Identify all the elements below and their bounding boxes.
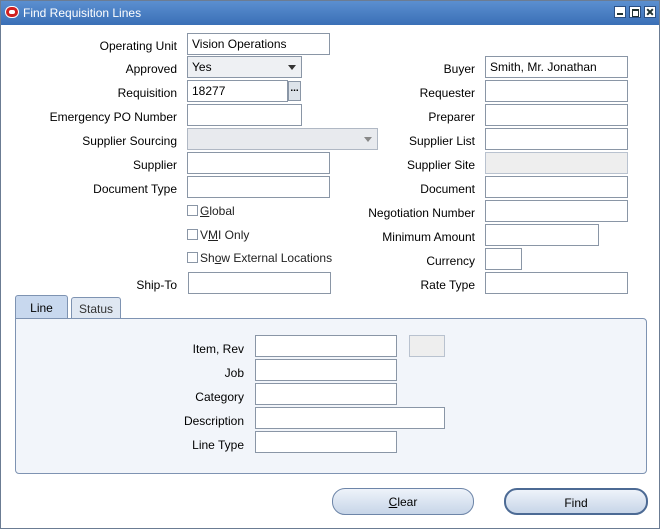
supplier-label: Supplier: [132, 158, 177, 172]
line-type-label: Line Type: [192, 438, 244, 452]
requester-label: Requester: [419, 86, 475, 100]
item-field[interactable]: [255, 335, 397, 357]
find-requisition-lines-window: Find Requisition Lines Operating Unit Vi…: [0, 0, 660, 529]
item-rev-label: Item, Rev: [192, 342, 244, 356]
vmi-label-post: I Only: [218, 228, 250, 242]
global-label-post: lobal: [209, 204, 235, 218]
document-field[interactable]: [485, 176, 628, 198]
vmi-only-checkbox[interactable]: VMI Only: [187, 228, 249, 242]
category-label: Category: [195, 390, 244, 404]
checkbox-icon: [187, 205, 198, 216]
checkbox-icon: [187, 252, 198, 263]
rate-type-field[interactable]: [485, 272, 628, 294]
negotiation-number-label: Negotiation Number: [368, 206, 475, 220]
supplier-field[interactable]: [187, 152, 330, 174]
minimize-icon[interactable]: [614, 6, 626, 18]
category-field[interactable]: [255, 383, 397, 405]
supplier-site-field: [485, 152, 628, 174]
description-field[interactable]: [255, 407, 445, 429]
job-label: Job: [224, 366, 244, 380]
job-field[interactable]: [255, 359, 397, 381]
tab-status[interactable]: Status: [71, 297, 121, 319]
minimum-amount-label: Minimum Amount: [382, 230, 475, 244]
approved-label: Approved: [125, 62, 177, 76]
oracle-logo-icon: [5, 6, 19, 18]
show-external-locations-checkbox[interactable]: Show External Locations: [187, 251, 332, 265]
negotiation-number-field[interactable]: [485, 200, 628, 222]
tab-line[interactable]: Line: [15, 295, 68, 319]
show-external-label-post: w External Locations: [221, 251, 333, 265]
supplier-list-field[interactable]: [485, 128, 628, 150]
show-external-label-pre: Sh: [200, 251, 215, 265]
close-icon[interactable]: [644, 6, 656, 18]
minimum-amount-field[interactable]: [485, 224, 599, 246]
operating-unit-label: Operating Unit: [99, 39, 177, 53]
rate-type-label: Rate Type: [420, 278, 475, 292]
emergency-po-field[interactable]: [187, 104, 302, 126]
requisition-label: Requisition: [117, 86, 177, 100]
emergency-po-label: Emergency PO Number: [49, 110, 177, 124]
chevron-down-icon: [288, 65, 296, 70]
currency-field[interactable]: [485, 248, 522, 270]
line-type-field[interactable]: [255, 431, 397, 453]
buyer-label: Buyer: [443, 62, 475, 76]
window-title: Find Requisition Lines: [23, 6, 142, 20]
supplier-site-label: Supplier Site: [406, 158, 475, 172]
requisition-lov-button[interactable]: ...: [288, 81, 301, 101]
title-bar: Find Requisition Lines: [1, 1, 659, 25]
document-type-label: Document Type: [93, 182, 177, 196]
preparer-field[interactable]: [485, 104, 628, 126]
document-label: Document: [420, 182, 475, 196]
vmi-label-key: M: [208, 228, 219, 242]
approved-select[interactable]: Yes: [187, 56, 302, 78]
vmi-label-pre: V: [200, 228, 209, 242]
approved-value: Yes: [192, 60, 212, 74]
description-label: Description: [183, 414, 244, 428]
find-button[interactable]: Find: [504, 488, 648, 515]
supplier-sourcing-label: Supplier Sourcing: [82, 134, 177, 148]
supplier-list-label: Supplier List: [408, 134, 475, 148]
rev-field: [409, 335, 445, 357]
document-type-field[interactable]: [187, 176, 330, 198]
ship-to-label: Ship-To: [136, 278, 177, 292]
requester-field[interactable]: [485, 80, 628, 102]
checkbox-icon: [187, 229, 198, 240]
global-checkbox[interactable]: Global: [187, 204, 235, 218]
buyer-field[interactable]: Smith, Mr. Jonathan: [485, 56, 628, 78]
operating-unit-field[interactable]: Vision Operations: [187, 33, 330, 55]
line-tab-panel: Item, Rev Job Category Description Line …: [15, 318, 647, 474]
clear-button[interactable]: Clear: [332, 488, 474, 515]
preparer-label: Preparer: [428, 110, 475, 124]
clear-button-rest: lear: [397, 495, 418, 509]
maximize-icon[interactable]: [629, 6, 641, 18]
ship-to-field[interactable]: [188, 272, 331, 294]
requisition-field[interactable]: 18277: [187, 80, 288, 102]
currency-label: Currency: [426, 254, 475, 268]
global-label-key: G: [200, 204, 210, 218]
